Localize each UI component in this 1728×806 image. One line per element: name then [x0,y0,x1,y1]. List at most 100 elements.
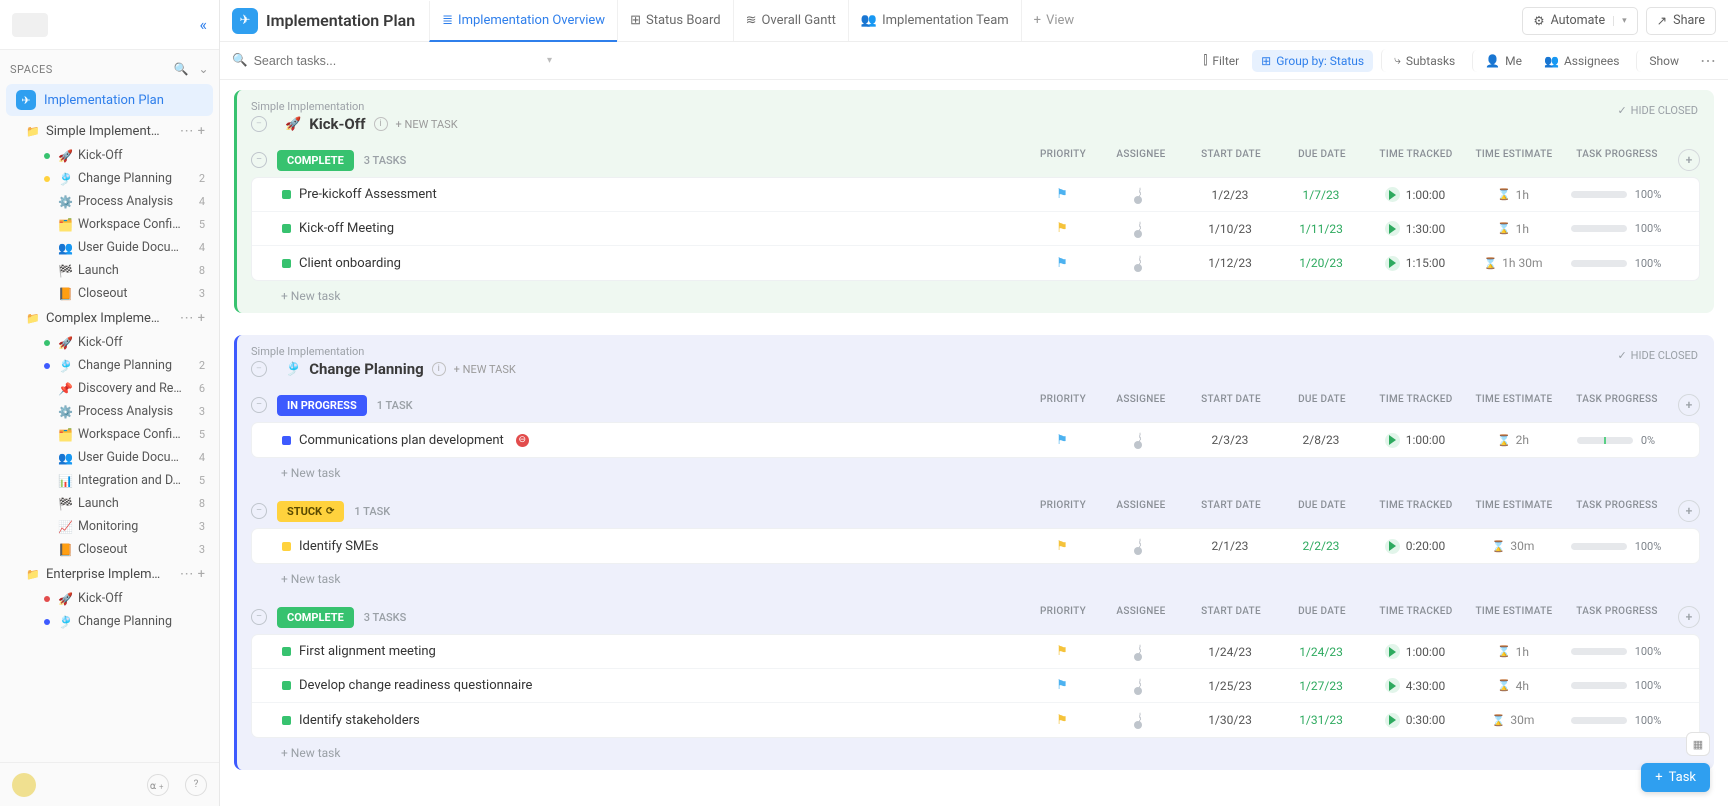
chevron-down-icon[interactable]: ▾ [1613,16,1627,26]
share-button[interactable]: ↗ Share [1646,7,1716,35]
time-estimate[interactable]: ⌛1h [1465,222,1561,236]
add-column-button[interactable]: + [1678,149,1700,171]
task-row[interactable]: Pre-kickoff Assessment ⚑ 1/2/23 1/7/23 1… [252,178,1699,212]
view-tab[interactable]: ≣Implementation Overview [429,1,617,42]
collapse-group-icon[interactable]: – [251,397,267,413]
list-row[interactable]: 🚀Kick-Off [36,144,213,167]
invite-icon[interactable]: ⍺﹢ [147,774,169,796]
play-icon[interactable] [1385,221,1400,236]
new-task-header-button[interactable]: + NEW TASK [396,118,458,131]
time-estimate[interactable]: ⌛1h [1465,645,1561,659]
start-date[interactable]: 1/25/23 [1183,679,1277,693]
priority-flag-icon[interactable]: ⚑ [1056,678,1068,693]
list-row[interactable]: 🚀Kick-Off [36,587,213,610]
due-date[interactable]: 1/11/23 [1277,222,1365,236]
new-task-fab[interactable]: + Task [1641,763,1710,792]
folder-add-icon[interactable]: + [198,311,205,326]
priority-flag-icon[interactable]: ⚑ [1056,644,1068,659]
due-date[interactable]: 1/20/23 [1277,256,1365,270]
list-row[interactable]: 🎐Change Planning2 [36,167,213,190]
search-input[interactable] [254,54,541,68]
view-tab[interactable]: ⊞Status Board [617,0,733,41]
task-status-icon[interactable] [282,716,291,725]
view-tab[interactable]: 👥Implementation Team [848,0,1021,41]
folder-row[interactable]: 📁Complex Impleme…⋯+ [18,306,213,330]
priority-flag-icon[interactable]: ⚑ [1056,713,1068,728]
show-chip[interactable]: Show [1636,50,1688,72]
user-avatar[interactable] [12,773,36,797]
time-tracked[interactable]: 4:30:00 [1365,678,1465,693]
assignee-placeholder[interactable] [1139,187,1141,203]
assignee-placeholder[interactable] [1139,255,1141,271]
list-row[interactable]: 🚀Kick-Off [36,331,213,354]
time-tracked[interactable]: 1:00:00 [1365,644,1465,659]
list-row[interactable]: 🏁Launch8 [36,259,213,282]
status-pill[interactable]: COMPLETE [277,607,354,628]
spaces-chevron-icon[interactable]: ⌄ [198,62,209,76]
priority-flag-icon[interactable]: ⚑ [1056,221,1068,236]
group-by-chip[interactable]: ⊞Group by: Status [1252,50,1373,72]
time-estimate[interactable]: ⌛1h [1465,188,1561,202]
task-progress[interactable]: 100% [1561,645,1671,658]
time-estimate[interactable]: ⌛2h [1465,433,1561,447]
collapse-group-icon[interactable]: – [251,503,267,519]
task-status-icon[interactable] [282,259,291,268]
task-row[interactable]: Communications plan development ⊖ ⚑ 2/3/… [252,423,1699,457]
task-status-icon[interactable] [282,542,291,551]
task-row[interactable]: Identify SMEs ⚑ 2/1/23 2/2/23 0:20:00 ⌛3… [252,529,1699,563]
priority-flag-icon[interactable]: ⚑ [1056,433,1068,448]
view-tab[interactable]: ≋Overall Gantt [733,0,848,41]
play-icon[interactable] [1385,539,1400,554]
time-tracked[interactable]: 1:00:00 [1365,433,1465,448]
assignee-placeholder[interactable] [1139,221,1141,237]
assignee-placeholder[interactable] [1139,678,1141,694]
folder-add-icon[interactable]: + [198,124,205,139]
task-row[interactable]: Develop change readiness questionnaire ⚑… [252,669,1699,703]
start-date[interactable]: 1/12/23 [1183,256,1277,270]
play-icon[interactable] [1385,256,1400,271]
start-date[interactable]: 1/2/23 [1183,188,1277,202]
apps-icon[interactable]: ▦ [1686,732,1710,756]
new-task-row-button[interactable]: + New task [251,281,1700,307]
new-task-row-button[interactable]: + New task [251,738,1700,764]
list-row[interactable]: 👥User Guide Docu…4 [36,446,213,469]
collapse-group-icon[interactable]: – [251,609,267,625]
status-pill[interactable]: STUCK ⟳ [277,501,344,522]
time-estimate[interactable]: ⌛30m [1465,713,1561,727]
play-icon[interactable] [1385,678,1400,693]
add-column-button[interactable]: + [1678,394,1700,416]
task-status-icon[interactable] [282,681,291,690]
task-progress[interactable]: 0% [1561,434,1671,447]
add-column-button[interactable]: + [1678,606,1700,628]
start-date[interactable]: 1/24/23 [1183,645,1277,659]
folder-menu-icon[interactable]: ⋯ [180,310,194,326]
folder-row[interactable]: 📁Enterprise Implem…⋯+ [18,562,213,586]
task-row[interactable]: Identify stakeholders ⚑ 1/30/23 1/31/23 … [252,703,1699,737]
assignee-placeholder[interactable] [1139,538,1141,554]
task-progress[interactable]: 100% [1561,714,1671,727]
spaces-search-icon[interactable]: 🔍 [174,62,189,76]
new-task-row-button[interactable]: + New task [251,458,1700,484]
start-date[interactable]: 1/10/23 [1183,222,1277,236]
time-estimate[interactable]: ⌛30m [1465,539,1561,553]
hide-closed-button[interactable]: ✓HIDE CLOSED [1617,349,1698,362]
list-row[interactable]: 📙Closeout3 [36,282,213,305]
play-icon[interactable] [1385,644,1400,659]
due-date[interactable]: 2/2/23 [1277,539,1365,553]
time-tracked[interactable]: 1:15:00 [1365,256,1465,271]
more-icon[interactable]: ⋯ [1700,51,1716,70]
due-date[interactable]: 1/27/23 [1277,679,1365,693]
new-task-header-button[interactable]: + NEW TASK [454,363,516,376]
status-pill[interactable]: IN PROGRESS [277,395,367,416]
list-row[interactable]: ⚙️Process Analysis3 [36,400,213,423]
list-row[interactable]: 🎐Change Planning2 [36,354,213,377]
add-view-button[interactable]: + View [1021,0,1087,41]
due-date[interactable]: 1/31/23 [1277,713,1365,727]
priority-flag-icon[interactable]: ⚑ [1056,187,1068,202]
space-implementation-plan[interactable]: ✈ Implementation Plan [6,84,213,116]
filter-chip[interactable]: ⫿Filter [1195,49,1249,72]
help-icon[interactable]: ? [185,774,207,796]
info-icon[interactable]: i [432,362,446,376]
collapse-section-icon[interactable]: – [251,361,267,377]
task-progress[interactable]: 100% [1561,540,1671,553]
